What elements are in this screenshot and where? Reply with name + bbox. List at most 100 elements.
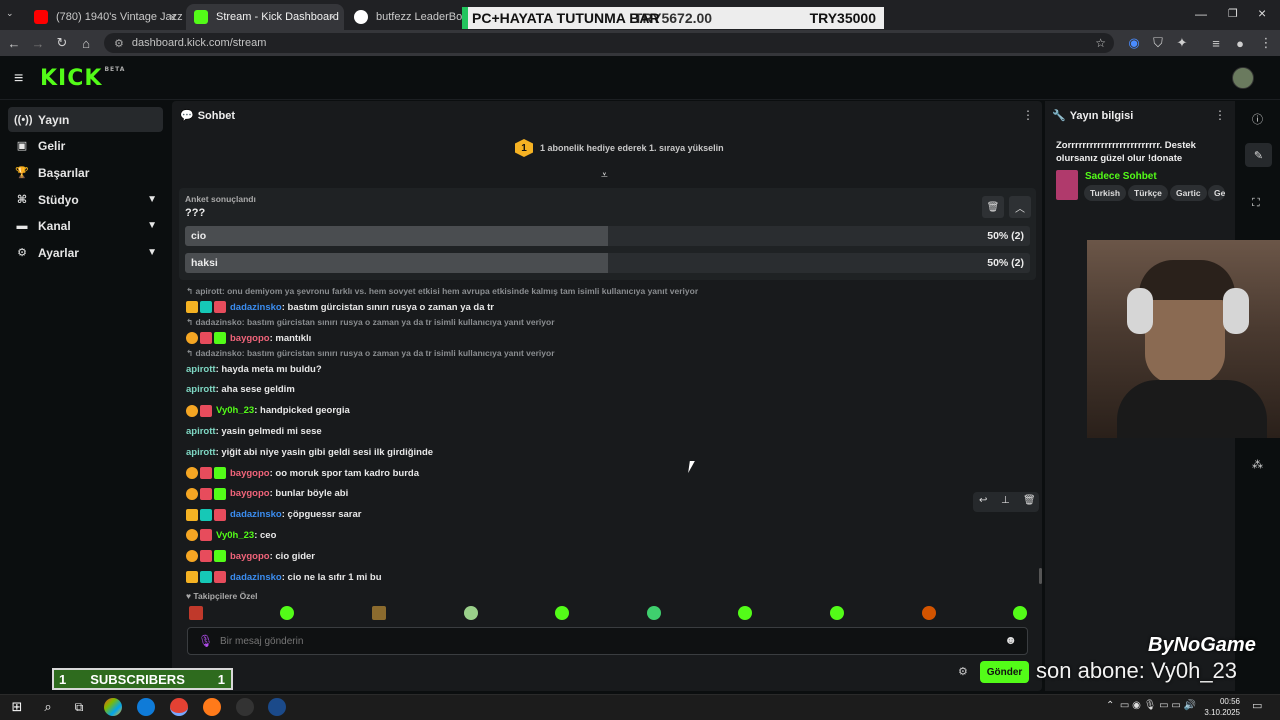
- chat-username[interactable]: apirott: [186, 384, 216, 395]
- clock[interactable]: 00:56 3.10.2025: [1204, 696, 1240, 718]
- share-icon[interactable]: ⁂: [1252, 458, 1263, 471]
- chat-username[interactable]: baygopo: [230, 333, 270, 344]
- chat-username[interactable]: baygopo: [230, 468, 270, 479]
- fullscreen-icon[interactable]: ⛶: [1252, 197, 1260, 210]
- chat-username[interactable]: dadazinsko: [230, 572, 282, 583]
- bookmark-star-icon[interactable]: ☆: [1095, 36, 1106, 50]
- menu-kebab-icon[interactable]: ⋮: [1256, 33, 1276, 53]
- category-name[interactable]: Sadece Sohbet: [1085, 171, 1157, 182]
- firefox-icon[interactable]: [203, 698, 221, 716]
- emoji-icon[interactable]: ☻: [1004, 633, 1017, 647]
- trash-icon[interactable]: 🗑: [1023, 495, 1036, 506]
- extensions-puzzle-icon[interactable]: ✦: [1172, 33, 1192, 53]
- chat-scrollbar[interactable]: [1039, 568, 1042, 584]
- tag[interactable]: Turkish: [1084, 185, 1127, 201]
- chat-username[interactable]: apirott: [186, 447, 216, 458]
- sidebar-item-kanal[interactable]: ▬ Kanal ▼: [8, 213, 163, 238]
- chat-message[interactable]: baygopo: oo moruk spor tam kadro burda: [186, 465, 419, 481]
- search-icon[interactable]: ⌕: [39, 698, 57, 716]
- emote-icon[interactable]: [280, 606, 294, 620]
- chat-message[interactable]: dadazinsko: çöpguessr sarar: [186, 507, 361, 523]
- copilot-icon[interactable]: [104, 698, 122, 716]
- chat-username[interactable]: Vy0h_23: [216, 405, 254, 416]
- chat-message[interactable]: apirott: yiğit abi niye yasin gibi geldi…: [186, 444, 433, 460]
- chat-username[interactable]: baygopo: [230, 551, 270, 562]
- extension-icon[interactable]: ◉: [1124, 33, 1144, 53]
- sidebar-item-ayarlar[interactable]: ⚙ Ayarlar ▼: [8, 240, 163, 265]
- reload-icon[interactable]: ↻: [52, 33, 72, 53]
- chat-message[interactable]: baygopo: mantıklı: [186, 330, 311, 346]
- tag[interactable]: Ge: [1208, 185, 1225, 201]
- media-control-icon[interactable]: ≡: [1206, 33, 1226, 53]
- steam-icon[interactable]: [268, 698, 286, 716]
- sidebar-item-yayin[interactable]: ((•)) Yayın: [8, 107, 163, 132]
- send-button[interactable]: Gönder: [980, 661, 1029, 683]
- emote-icon[interactable]: [372, 606, 386, 620]
- user-avatar[interactable]: [1232, 67, 1254, 89]
- window-close-icon[interactable]: ×: [1258, 5, 1266, 21]
- back-icon[interactable]: ←: [4, 33, 24, 53]
- chat-message[interactable]: baygopo: bunlar böyle abi: [186, 486, 348, 502]
- shield-icon[interactable]: ⛉: [1148, 33, 1168, 53]
- chat-settings-gear-icon[interactable]: ⚙: [958, 665, 968, 678]
- chat-message[interactable]: apirott: yasin gelmedi mi sese: [186, 423, 322, 439]
- tab-kick-dashboard[interactable]: Stream - Kick Dashboard ×: [186, 4, 344, 30]
- delete-poll-button[interactable]: 🗑: [982, 196, 1004, 218]
- chat-input-box[interactable]: 🎙 ☻: [187, 627, 1028, 655]
- restore-icon[interactable]: ❐: [1228, 7, 1238, 20]
- reply-icon[interactable]: ↩: [979, 495, 987, 506]
- collapse-poll-button[interactable]: ︿: [1009, 196, 1031, 218]
- emote-icon[interactable]: [189, 606, 203, 620]
- system-tray[interactable]: ⌃ ▭ ◉ 🎙 ▭ ▭ 🔊: [1106, 700, 1196, 711]
- chat-username[interactable]: apirott: [186, 364, 216, 375]
- emote-icon[interactable]: [647, 606, 661, 620]
- tab-search-icon[interactable]: ⌄: [6, 8, 20, 22]
- chat-username[interactable]: dadazinsko: [230, 509, 282, 520]
- home-icon[interactable]: ⌂: [76, 33, 96, 53]
- tag[interactable]: Gartic: [1170, 185, 1207, 201]
- notification-icon[interactable]: ▭: [1252, 699, 1262, 712]
- profile-icon[interactable]: ●: [1230, 33, 1250, 53]
- tag[interactable]: Türkçe: [1128, 185, 1168, 201]
- tab-youtube[interactable]: (780) 1940's Vintage Jazz Pl ×: [26, 4, 184, 30]
- chat-message-input[interactable]: [220, 633, 990, 649]
- site-info-icon[interactable]: ⚙: [114, 37, 124, 50]
- chat-username[interactable]: Vy0h_23: [216, 530, 254, 541]
- forward-icon[interactable]: →: [28, 33, 48, 53]
- chrome-icon[interactable]: [170, 698, 188, 716]
- minimize-icon[interactable]: —: [1195, 7, 1207, 21]
- address-bar[interactable]: ⚙ dashboard.kick.com/stream ☆: [104, 33, 1114, 53]
- task-view-icon[interactable]: ⧉: [70, 698, 88, 716]
- emote-icon[interactable]: [922, 606, 936, 620]
- info-menu-kebab-icon[interactable]: ⋮: [1214, 108, 1226, 122]
- emote-icon[interactable]: [830, 606, 844, 620]
- sidebar-item-studyo[interactable]: ⌘ Stüdyo ▼: [8, 187, 163, 212]
- chat-message[interactable]: apirott: hayda meta mı buldu?: [186, 361, 322, 377]
- chat-message[interactable]: Vy0h_23: ceo: [186, 527, 276, 543]
- emote-icon[interactable]: [464, 606, 478, 620]
- gift-banner-text[interactable]: 1 abonelik hediye ederek 1. sıraya yükse…: [540, 143, 724, 153]
- chat-username[interactable]: baygopo: [230, 488, 270, 499]
- emote-icon[interactable]: [738, 606, 752, 620]
- emote-icon[interactable]: [555, 606, 569, 620]
- chat-message[interactable]: dadazinsko: bastım gürcistan sınırı rusy…: [186, 299, 494, 315]
- pin-icon[interactable]: ⊥: [1001, 495, 1010, 506]
- edit-pencil-icon[interactable]: ✎: [1245, 143, 1272, 167]
- edge-icon[interactable]: [137, 698, 155, 716]
- chat-message[interactable]: baygopo: cio gider: [186, 548, 315, 564]
- info-circle-icon[interactable]: ⓘ: [1252, 111, 1263, 127]
- close-icon[interactable]: ×: [169, 10, 176, 24]
- chat-message[interactable]: dadazinsko: cio ne la sıfır 1 mi bu: [186, 569, 382, 585]
- close-icon[interactable]: ×: [329, 10, 336, 24]
- tab-leaderboard[interactable]: butfezz LeaderBoard | The L: [346, 4, 464, 30]
- chat-username[interactable]: dadazinsko: [230, 302, 282, 313]
- chat-message[interactable]: Vy0h_23: handpicked georgia: [186, 403, 350, 419]
- emote-icon[interactable]: [1013, 606, 1027, 620]
- kick-logo[interactable]: KICK BETA: [40, 66, 125, 91]
- chat-menu-kebab-icon[interactable]: ⋮: [1022, 108, 1034, 122]
- microphone-icon[interactable]: 🎙: [198, 634, 213, 648]
- sidebar-item-gelir[interactable]: ▣ Gelir: [8, 133, 163, 158]
- category-thumbnail[interactable]: [1056, 170, 1078, 200]
- chat-message[interactable]: apirott: aha sese geldim: [186, 382, 295, 398]
- sidebar-item-basarilar[interactable]: 🏆 Başarılar: [8, 160, 163, 185]
